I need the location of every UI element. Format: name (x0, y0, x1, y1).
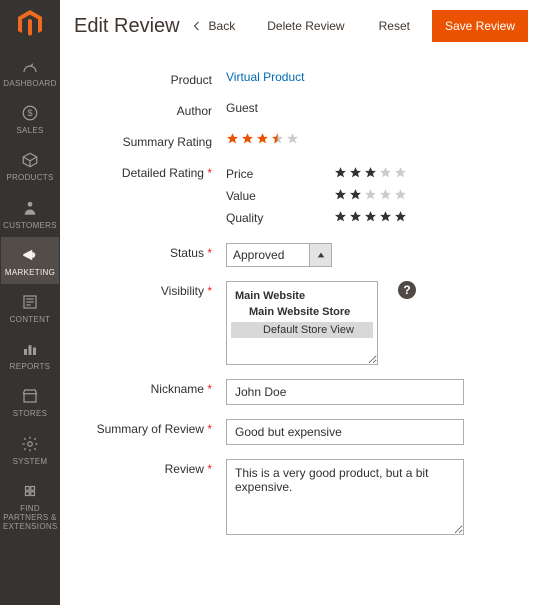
detailed-rating-row: Price (226, 163, 528, 185)
save-review-button[interactable]: Save Review (432, 10, 528, 42)
star-icon[interactable] (379, 166, 392, 182)
detailed-rating-row: Quality (226, 207, 528, 229)
nav-label: PRODUCTS (3, 173, 57, 182)
magento-logo[interactable] (0, 0, 60, 48)
visibility-help-icon[interactable]: ? (398, 281, 416, 299)
nav-customers[interactable]: CUSTOMERS (1, 190, 59, 237)
delete-review-button[interactable]: Delete Review (255, 13, 356, 39)
nav-label: SYSTEM (3, 457, 57, 466)
star-icon[interactable] (394, 188, 407, 204)
nav-reports[interactable]: REPORTS (1, 331, 59, 378)
admin-sidebar: DASHBOARD $ SALES PRODUCTS CUSTOMERS MAR… (0, 0, 60, 605)
star-icon (226, 132, 239, 148)
star-icon (256, 132, 269, 148)
nav-marketing[interactable]: MARKETING (1, 237, 59, 284)
star-icon[interactable] (364, 210, 377, 226)
star-icon (271, 132, 284, 148)
summary-of-review-label: Summary of Review (74, 419, 226, 436)
reset-button[interactable]: Reset (367, 13, 422, 39)
star-icon[interactable] (364, 166, 377, 182)
nav-find-partners[interactable]: FIND PARTNERS & EXTENSIONS (1, 473, 59, 539)
visibility-store-view[interactable]: Default Store View (231, 322, 373, 338)
review-textarea[interactable] (226, 459, 464, 535)
nav-label: CONTENT (3, 315, 57, 324)
nav-label: FIND PARTNERS & EXTENSIONS (3, 504, 57, 532)
star-icon[interactable] (364, 188, 377, 204)
detailed-rating-stars[interactable] (334, 188, 407, 204)
star-icon[interactable] (334, 166, 347, 182)
detailed-rating-stars[interactable] (334, 210, 407, 226)
author-value: Guest (226, 101, 528, 115)
nav-label: MARKETING (3, 268, 57, 277)
summary-rating-stars (226, 132, 299, 148)
nav-label: REPORTS (3, 362, 57, 371)
detailed-rating-row: Value (226, 185, 528, 207)
star-icon[interactable] (379, 210, 392, 226)
star-icon[interactable] (349, 210, 362, 226)
star-icon[interactable] (334, 188, 347, 204)
nav-label: STORES (3, 409, 57, 418)
detailed-rating-stars[interactable] (334, 166, 407, 182)
author-label: Author (74, 101, 226, 118)
review-form: Product Virtual Product Author Guest Sum… (60, 52, 542, 560)
product-link[interactable]: Virtual Product (226, 70, 305, 84)
star-icon (286, 132, 299, 148)
nickname-label: Nickname (74, 379, 226, 396)
back-label: Back (209, 19, 236, 33)
detailed-rating-label: Detailed Rating (74, 163, 226, 180)
back-button[interactable]: Back (181, 13, 246, 39)
visibility-store[interactable]: Main Website Store (231, 304, 373, 320)
star-icon[interactable] (379, 188, 392, 204)
nav-stores[interactable]: STORES (1, 378, 59, 425)
triangle-up-icon (317, 251, 325, 259)
detailed-rating-name: Value (226, 189, 314, 203)
nav-dashboard[interactable]: DASHBOARD (1, 48, 59, 95)
detailed-rating-name: Quality (226, 211, 314, 225)
summary-of-review-input[interactable] (226, 419, 464, 445)
star-icon[interactable] (349, 188, 362, 204)
nav-products[interactable]: PRODUCTS (1, 142, 59, 189)
nickname-input[interactable] (226, 379, 464, 405)
nav-label: SALES (3, 126, 57, 135)
page-title: Edit Review (74, 15, 181, 38)
status-dropdown-arrow[interactable] (310, 243, 332, 267)
nav-system[interactable]: SYSTEM (1, 426, 59, 473)
star-icon[interactable] (334, 210, 347, 226)
nav-label: CUSTOMERS (3, 221, 57, 230)
status-select[interactable] (226, 243, 332, 267)
arrow-left-icon (191, 20, 203, 32)
star-icon[interactable] (394, 210, 407, 226)
visibility-label: Visibility (74, 281, 226, 298)
star-icon[interactable] (394, 166, 407, 182)
nav-sales[interactable]: $ SALES (1, 95, 59, 142)
review-label: Review (74, 459, 226, 476)
star-icon[interactable] (349, 166, 362, 182)
product-label: Product (74, 70, 226, 87)
summary-rating-label: Summary Rating (74, 132, 226, 149)
status-input[interactable] (226, 243, 310, 267)
visibility-website[interactable]: Main Website (231, 288, 373, 304)
visibility-select[interactable]: Main Website Main Website Store Default … (226, 281, 378, 365)
detailed-rating-name: Price (226, 167, 314, 181)
star-icon (241, 132, 254, 148)
svg-text:$: $ (27, 108, 32, 118)
nav-content[interactable]: CONTENT (1, 284, 59, 331)
page-header: Edit Review Back Delete Review Reset Sav… (60, 0, 542, 52)
status-label: Status (74, 243, 226, 260)
nav-label: DASHBOARD (3, 79, 57, 88)
